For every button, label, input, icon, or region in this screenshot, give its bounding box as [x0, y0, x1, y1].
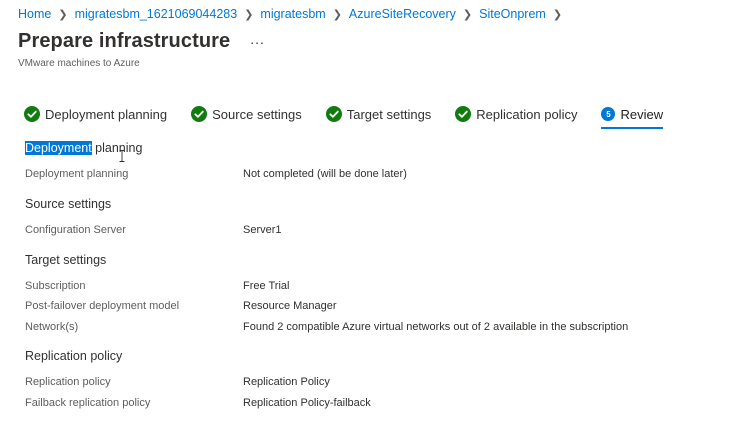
breadcrumb-site-recovery[interactable]: AzureSiteRecovery — [349, 7, 456, 21]
wizard-tabs: Deployment planning Source settings Targ… — [24, 103, 687, 129]
row-label-replication-policy: Replication policy — [25, 376, 111, 388]
row-value-configuration-server: Server1 — [243, 224, 282, 236]
breadcrumb-site[interactable]: SiteOnprem — [479, 7, 546, 21]
row-label-networks: Network(s) — [25, 321, 79, 333]
row-value-deployment-model: Resource Manager — [243, 300, 337, 312]
text-cursor-icon — [119, 150, 125, 162]
tab-source-settings[interactable]: Source settings — [191, 103, 302, 125]
row-value-failback-policy: Replication Policy-failback — [243, 397, 371, 409]
chevron-right-icon: ❯ — [332, 8, 342, 21]
row-value-deployment-planning: Not completed (will be done later) — [243, 168, 407, 180]
row-value-networks: Found 2 compatible Azure virtual network… — [243, 321, 629, 333]
more-options-button[interactable]: ... — [250, 31, 265, 47]
heading-text: planning — [91, 141, 143, 155]
row-label-deployment-planning: Deployment planning — [25, 168, 129, 180]
chevron-right-icon: ❯ — [58, 8, 68, 21]
row-label-failback-policy: Failback replication policy — [25, 397, 151, 409]
tab-label: Source settings — [212, 106, 302, 122]
tab-label: Target settings — [346, 106, 432, 122]
breadcrumb-project[interactable]: migratesbm — [260, 7, 325, 21]
tab-target-settings[interactable]: Target settings — [325, 103, 432, 125]
page-title: Prepare infrastructure — [18, 30, 231, 52]
tab-replication-policy[interactable]: Replication policy — [455, 103, 577, 125]
check-circle-icon — [24, 106, 40, 122]
section-heading-source-settings: Source settings — [25, 197, 112, 211]
chevron-right-icon: ❯ — [244, 8, 254, 21]
tab-deployment-planning[interactable]: Deployment planning — [24, 103, 167, 125]
tab-review[interactable]: 5 Review — [601, 103, 664, 129]
breadcrumb-resource-group[interactable]: migratesbm_1621069044283 — [75, 7, 238, 21]
row-value-replication-policy: Replication Policy — [243, 376, 330, 388]
breadcrumb-home[interactable]: Home — [18, 7, 51, 21]
check-circle-icon — [455, 106, 472, 122]
check-circle-icon — [191, 106, 208, 122]
title-row: Prepare infrastructure ... — [18, 30, 265, 53]
tab-label: Replication policy — [476, 106, 578, 122]
row-label-subscription: Subscription — [25, 280, 86, 292]
section-heading-target-settings: Target settings — [25, 253, 107, 267]
tab-label: Review — [620, 106, 664, 122]
chevron-right-icon: ❯ — [552, 8, 563, 21]
breadcrumb: Home ❯ migratesbm_1621069044283 ❯ migrat… — [18, 7, 569, 21]
selected-text: Deployment — [25, 141, 92, 155]
step-number-icon: 5 — [601, 107, 616, 121]
chevron-right-icon: ❯ — [462, 8, 473, 21]
row-label-configuration-server: Configuration Server — [25, 224, 126, 236]
page-subtitle: VMware machines to Azure — [18, 58, 140, 69]
section-heading-replication-policy: Replication policy — [25, 349, 123, 363]
prepare-infrastructure-page: Home ❯ migratesbm_1621069044283 ❯ migrat… — [0, 0, 734, 438]
row-value-subscription: Free Trial — [243, 280, 290, 292]
row-label-deployment-model: Post-failover deployment model — [25, 300, 180, 312]
check-circle-icon — [325, 106, 342, 122]
tab-label: Deployment planning — [45, 106, 168, 122]
